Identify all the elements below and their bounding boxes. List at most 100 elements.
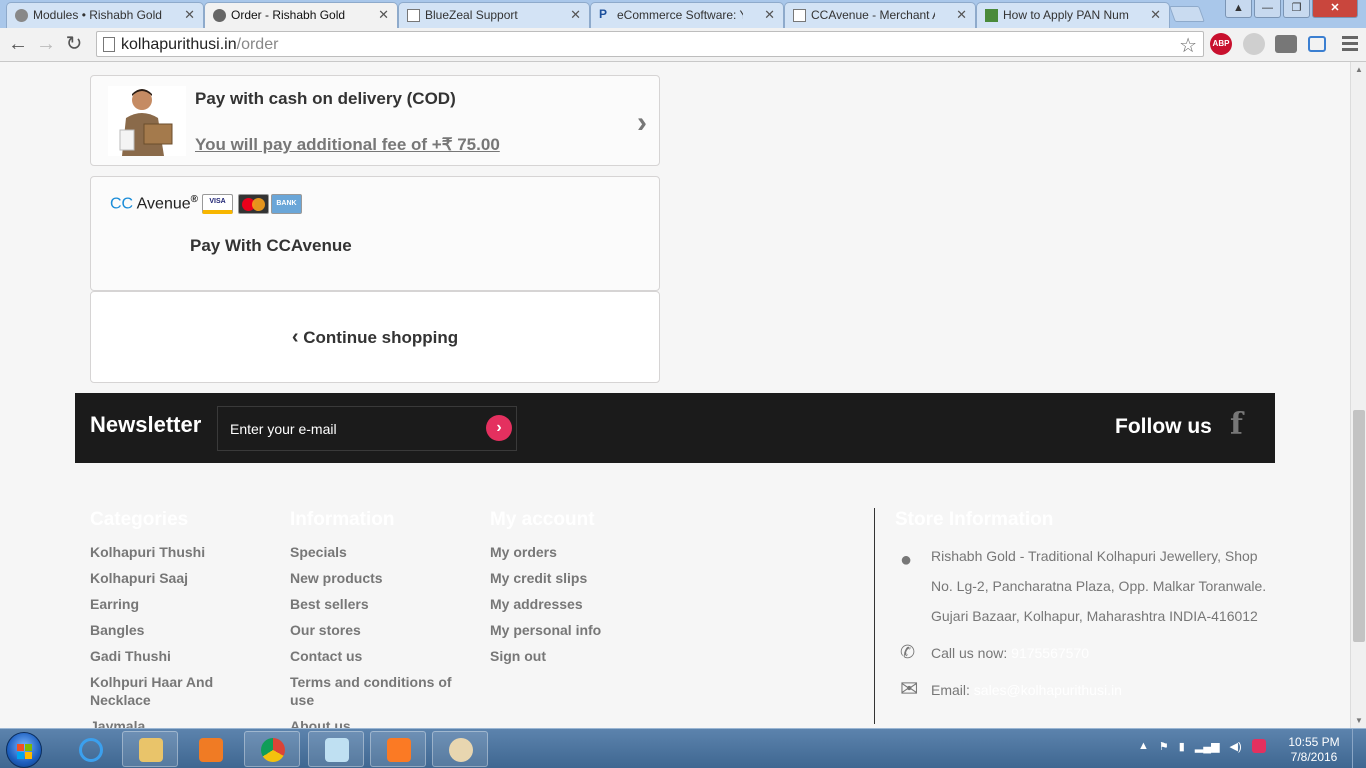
new-tab-button[interactable] [1169,6,1205,22]
footer-heading: My account [490,509,595,530]
ccavenue-title[interactable]: Pay With CCAvenue [190,236,352,256]
footer-heading: Categories [90,509,189,530]
url-text: kolhapurithusi.in/order [121,36,279,53]
footer-link[interactable]: Sign out [490,647,660,665]
scroll-down-arrow-icon[interactable]: ▼ [1355,716,1363,725]
windows-start-button[interactable] [6,732,42,768]
footer-link[interactable]: Contact us [290,647,460,665]
footer-link[interactable]: Kolhpuri Haar And Necklace [90,673,270,709]
newsletter-submit-arrow-icon[interactable]: › [486,415,512,441]
taskbar-xampp[interactable] [370,731,426,767]
clock-date: 7/8/2016 [1290,750,1338,764]
adblock-icon[interactable]: ABP [1210,33,1232,55]
store-phone: ✆ Call us now: 9175567570 [900,642,1090,662]
close-icon[interactable]: ✕ [184,7,195,23]
close-icon[interactable]: ✕ [956,7,967,23]
tab-ecommerce[interactable]: P eCommerce Software: Yo ✕ [590,2,784,28]
footer-store-information: Store Information ● Rishabh Gold - Tradi… [895,509,1275,701]
footer-link[interactable]: Terms and conditions of use [290,673,460,709]
cast-icon[interactable] [1308,36,1326,52]
restore-button[interactable]: ❐ [1283,0,1310,18]
ccavenue-logo: CC Avenue® [110,194,199,213]
taskbar-media[interactable] [182,731,238,767]
tab-ccavenue[interactable]: CCAvenue - Merchant Acc ✕ [784,2,976,28]
taskbar-clock[interactable]: 10:55 PM 7/8/2016 [1284,735,1344,765]
clock-time: 10:55 PM [1288,735,1340,749]
footer-link[interactable]: Earring [90,595,270,613]
facebook-icon[interactable]: f [1230,407,1243,442]
footer-link[interactable]: About us [290,717,460,728]
footer-heading: Information [290,509,395,530]
close-icon[interactable]: ✕ [378,7,389,23]
footer-categories: Categories Kolhapuri Thushi Kolhapuri Sa… [90,509,270,728]
tab-modules[interactable]: Modules • Rishabh Gold ✕ [6,2,204,28]
user-icon[interactable]: ▲ [1225,0,1252,18]
footer-link[interactable]: Our stores [290,621,460,639]
menu-icon[interactable] [1342,36,1358,54]
system-tray: ▲ ⚑ ▮ ▂▄▆ ◀) [1138,739,1266,753]
address-bar[interactable]: kolhapurithusi.in/order ☆ [96,31,1204,57]
tab-bluezeal[interactable]: BlueZeal Support ✕ [398,2,590,28]
show-desktop-button[interactable] [1352,729,1366,768]
footer-link[interactable]: My credit slips [490,569,660,587]
reload-icon[interactable]: ↻ [62,33,86,57]
footer-link[interactable]: Gadi Thushi [90,647,270,665]
footer-link[interactable]: Kolhapuri Saaj [90,569,270,587]
footer-link[interactable]: Best sellers [290,595,460,613]
footer-my-account: My account My orders My credit slips My … [490,509,660,673]
scroll-up-arrow-icon[interactable]: ▲ [1355,65,1363,74]
close-window-button[interactable]: ✕ [1312,0,1358,18]
store-email: ✉ Email: sales@kolhapurithusi.in [900,676,1122,701]
taskbar-paint[interactable] [432,731,488,767]
tab-label: eCommerce Software: Yo [617,8,743,22]
footer-link[interactable]: New products [290,569,460,587]
cod-fee-link[interactable]: You will pay additional fee of +₹ 75.00 [195,135,500,155]
action-center-icon[interactable]: ⚑ [1159,740,1169,753]
power-icon[interactable]: ▮ [1179,740,1185,753]
scrollbar-thumb[interactable] [1353,410,1365,642]
payment-option-ccavenue[interactable]: CC Avenue® VISA BANK Pay With CCAvenue [90,176,660,291]
page-favicon-icon [793,9,806,22]
close-icon[interactable]: ✕ [1150,7,1161,23]
page-scrollbar[interactable]: ▲ ▼ [1350,62,1366,728]
minimize-button[interactable]: — [1254,0,1281,18]
email-link[interactable]: sales@kolhapurithusi.in [974,682,1122,698]
close-icon[interactable]: ✕ [570,7,581,23]
payment-option-cod[interactable]: Pay with cash on delivery (COD) You will… [90,75,660,166]
footer-link[interactable]: Kolhapuri Thushi [90,543,270,561]
continue-shopping-box[interactable]: ‹ Continue shopping [90,291,660,383]
back-arrow-icon[interactable]: ← [6,33,30,57]
footer-link[interactable]: Specials [290,543,460,561]
bookmark-star-icon[interactable]: ☆ [1179,33,1197,58]
phone-icon: ✆ [900,642,916,662]
delivery-man-image [108,86,186,156]
forward-arrow-icon[interactable]: → [34,33,58,57]
antivirus-icon[interactable] [1251,739,1266,753]
footer-heading: Store Information [895,509,1054,530]
footer-link[interactable]: My addresses [490,595,660,613]
newsletter-email-input[interactable] [217,406,517,451]
tray-expand-icon[interactable]: ▲ [1138,740,1149,752]
footer-link[interactable]: Jaymala [90,717,270,728]
taskbar-chrome[interactable] [244,731,300,767]
taskbar-notepad[interactable] [308,731,364,767]
phone-number[interactable]: 9175567570 [1011,645,1089,661]
continue-shopping-button[interactable]: ‹ Continue shopping [91,326,659,349]
extension-icon[interactable] [1243,33,1265,55]
tab-pan[interactable]: How to Apply PAN Numb ✕ [976,2,1170,28]
page-viewport: Pay with cash on delivery (COD) You will… [0,62,1350,728]
page-favicon-icon [407,9,420,22]
printer-icon[interactable] [1275,35,1297,53]
tab-order[interactable]: Order - Rishabh Gold ✕ [204,2,398,29]
taskbar-ie[interactable] [62,731,118,767]
footer-link[interactable]: My personal info [490,621,660,639]
chevron-left-icon: ‹ [291,326,299,348]
chevron-right-icon[interactable]: › [637,106,647,140]
close-icon[interactable]: ✕ [764,7,775,23]
volume-icon[interactable]: ◀) [1230,740,1242,753]
cod-title[interactable]: Pay with cash on delivery (COD) [195,89,456,109]
taskbar-explorer[interactable] [122,731,178,767]
footer-link[interactable]: My orders [490,543,660,561]
footer-link[interactable]: Bangles [90,621,270,639]
network-icon[interactable]: ▂▄▆ [1195,740,1220,753]
